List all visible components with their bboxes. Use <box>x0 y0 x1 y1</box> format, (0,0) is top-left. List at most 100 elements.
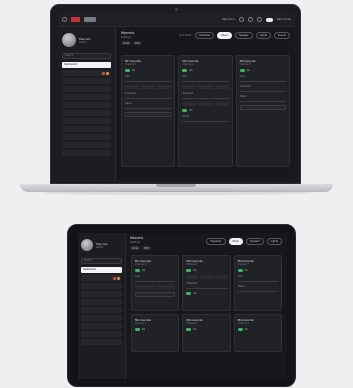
on-switch[interactable] <box>125 69 130 72</box>
card-subtitle: Channel 2 <box>182 63 194 66</box>
sidebar-item[interactable] <box>62 142 111 148</box>
sidebar-item[interactable] <box>62 70 111 76</box>
tab-mixer[interactable]: Mixer <box>228 238 244 245</box>
partner-logo-icon <box>84 17 96 22</box>
tablet-screen: Marcelo Admin Search Dashboard Marcelo S… <box>78 233 287 379</box>
channel-card: Microsonde Channel 2 On Threshold On <box>182 255 231 311</box>
alert-badge <box>102 71 105 75</box>
on-switch[interactable] <box>135 269 140 272</box>
channel-card: Microsonde Channel 3 On Gain Attack <box>233 255 282 311</box>
sidebar-item[interactable]: Dashboard <box>62 62 111 68</box>
attack-field[interactable] <box>125 105 172 109</box>
sidebar: Marcelo Admin Search Dashboard <box>58 27 116 181</box>
tab-events[interactable]: Events <box>273 32 290 39</box>
card-subtitle: Channel 3 <box>239 63 251 66</box>
user-menu[interactable]: Marcelo ▾ <box>222 18 234 21</box>
on-switch[interactable] <box>135 328 140 331</box>
chip-edit[interactable]: Edit <box>133 41 142 45</box>
on-switch[interactable] <box>186 292 192 295</box>
sidebar-item[interactable] <box>81 307 122 313</box>
sidebar-item[interactable] <box>81 275 122 281</box>
sidebar-item[interactable]: Dashboard <box>81 267 122 273</box>
sidebar-item[interactable] <box>81 315 122 321</box>
info-icon[interactable] <box>256 17 262 22</box>
tabs-label: Sort Order: <box>179 34 193 37</box>
profile-name: Marcelo <box>79 36 91 41</box>
gain-field[interactable] <box>239 78 286 82</box>
channel-card: Microsonde Channel 2 On <box>182 314 231 352</box>
menu-icon[interactable] <box>62 17 67 22</box>
tab-mixer[interactable]: Mixer <box>217 32 232 39</box>
sidebar-item[interactable] <box>81 299 122 305</box>
tab-speaker[interactable]: Speaker <box>246 238 264 245</box>
card-grid: Microsonde Channel 1 On Gain Threshold A… <box>121 55 290 167</box>
sidebar-item[interactable] <box>62 102 111 108</box>
sidebar: Marcelo Admin Search Dashboard <box>78 233 126 379</box>
tab-equalizer[interactable]: Equalizer <box>195 32 215 39</box>
sidebar-item[interactable] <box>62 78 111 84</box>
profile[interactable]: Marcelo Admin <box>81 236 122 254</box>
select-dropdown[interactable] <box>135 292 176 297</box>
sidebar-item[interactable] <box>81 331 122 337</box>
attack-field[interactable] <box>182 118 229 122</box>
tab-lights[interactable]: Lights <box>255 32 271 39</box>
avatar <box>81 239 93 251</box>
gain-field[interactable] <box>182 78 229 82</box>
alert-badge <box>113 276 116 280</box>
search-input[interactable]: Search <box>62 53 111 59</box>
gain-field[interactable] <box>125 78 172 82</box>
card-grid: Microsonde Channel 1 On Gain Microsonde … <box>131 255 282 352</box>
on-switch[interactable] <box>237 328 243 331</box>
dark-mode-label: Dark mode <box>276 18 291 21</box>
sidebar-item[interactable] <box>81 291 122 297</box>
threshold-field[interactable] <box>125 95 172 99</box>
on-switch[interactable] <box>186 269 192 272</box>
camera-icon <box>175 8 178 11</box>
tab-lights[interactable]: Lights <box>266 238 282 245</box>
on-switch[interactable] <box>237 269 243 272</box>
main-content: Marcelo Settings Code Edit Sort Order: E… <box>116 27 295 181</box>
profile-role: Admin <box>96 245 104 249</box>
channel-card: Microsonde Channel 2 On Gain Threshold O… <box>178 55 233 167</box>
channel-card: Microsonde Channel 3 On <box>233 314 282 352</box>
sidebar-item[interactable] <box>81 339 122 345</box>
warning-badge <box>117 276 120 280</box>
attack-field[interactable] <box>239 98 286 102</box>
sidebar-item[interactable] <box>62 86 111 92</box>
top-bar: Marcelo ▾ Dark mode <box>58 13 295 27</box>
on-switch[interactable] <box>182 109 188 112</box>
card-subtitle: Channel 1 <box>125 63 137 66</box>
chip-edit[interactable]: Edit <box>142 246 151 250</box>
search-input[interactable]: Search <box>81 258 122 264</box>
select-dropdown[interactable] <box>239 105 286 110</box>
refresh-icon[interactable] <box>247 17 253 22</box>
sidebar-item[interactable] <box>62 126 111 132</box>
on-switch[interactable] <box>239 69 245 72</box>
tab-bar: Equalizer Mixer Speaker Lights <box>206 238 282 245</box>
tablet-device: Marcelo Admin Search Dashboard Marcelo S… <box>67 224 296 387</box>
sidebar-item[interactable] <box>62 134 111 140</box>
avatar <box>62 33 76 47</box>
on-switch[interactable] <box>186 328 192 331</box>
settings-icon[interactable] <box>238 17 244 22</box>
sidebar-item[interactable] <box>81 283 122 289</box>
select-dropdown[interactable] <box>125 112 172 117</box>
on-switch[interactable] <box>182 69 188 72</box>
profile-name: Marcelo <box>96 241 108 246</box>
sidebar-item[interactable] <box>62 118 111 124</box>
sidebar-item[interactable] <box>62 110 111 116</box>
chip-code[interactable]: Code <box>130 246 141 250</box>
chip-code[interactable]: Code <box>121 41 132 45</box>
channel-card: Microsonde Channel 1 On <box>131 314 180 352</box>
tab-speaker[interactable]: Speaker <box>234 32 253 39</box>
sidebar-item[interactable] <box>62 150 111 156</box>
tab-equalizer[interactable]: Equalizer <box>206 238 226 245</box>
brand-logo-icon <box>71 17 80 22</box>
sidebar-item[interactable] <box>81 323 122 329</box>
threshold-field[interactable] <box>182 95 229 99</box>
profile[interactable]: Marcelo Admin <box>62 31 111 49</box>
threshold-field[interactable] <box>239 88 286 92</box>
sidebar-item[interactable] <box>62 94 111 100</box>
dark-mode-toggle[interactable] <box>265 17 273 22</box>
channel-card: Microsonde Channel 1 On Gain Threshold A… <box>121 55 176 167</box>
